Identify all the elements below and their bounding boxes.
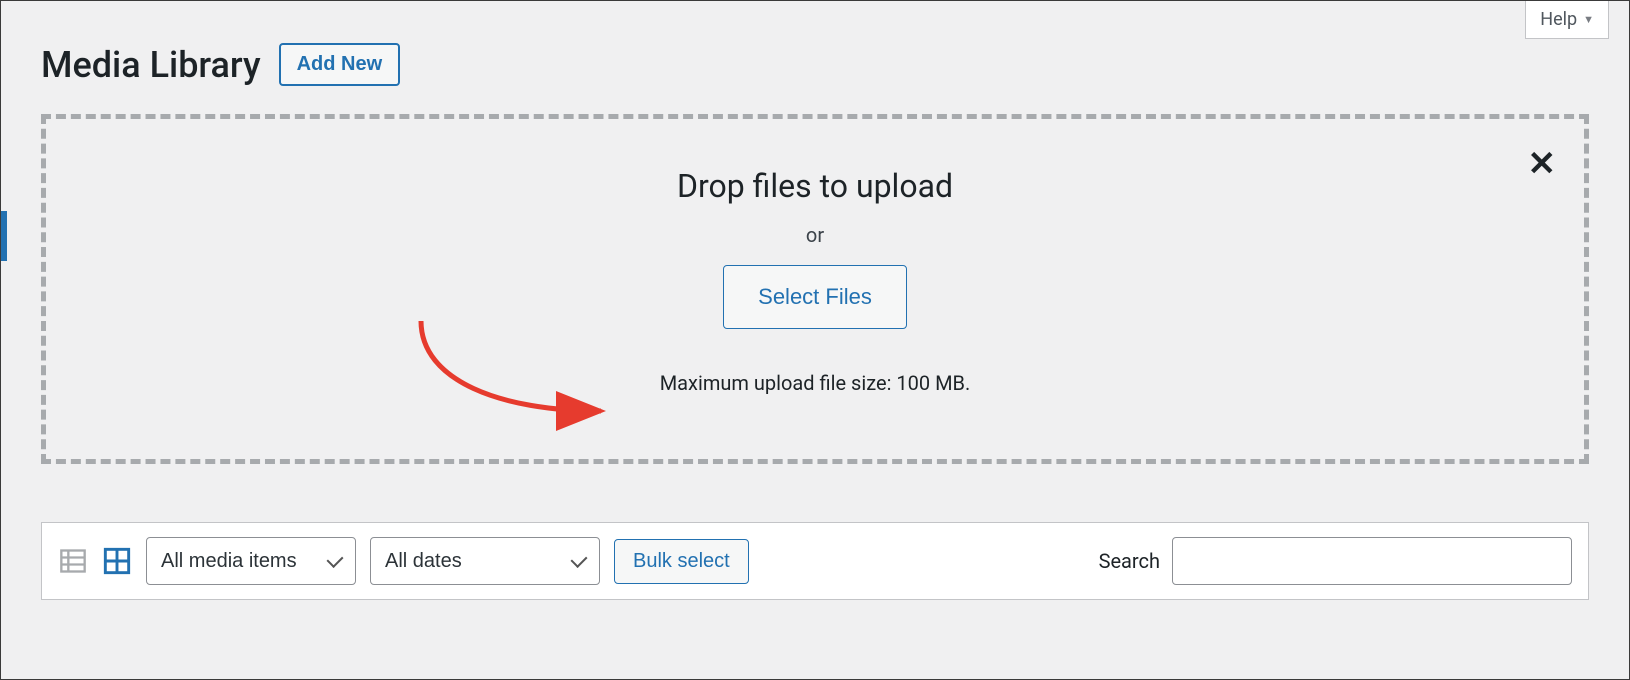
filter-bar: All media items All dates Bulk select Se…: [41, 522, 1589, 600]
help-tab[interactable]: Help ▼: [1525, 1, 1609, 39]
select-files-button[interactable]: Select Files: [723, 265, 907, 329]
grid-view-icon[interactable]: [102, 546, 132, 576]
help-label: Help: [1540, 9, 1577, 30]
caret-down-icon: ▼: [1583, 13, 1594, 26]
dropzone-or: or: [806, 223, 824, 247]
page-header: Media Library Add New: [1, 1, 1629, 86]
search-input[interactable]: [1172, 537, 1572, 585]
max-upload-text: Maximum upload file size: 100 MB.: [660, 371, 971, 395]
bulk-select-button[interactable]: Bulk select: [614, 539, 749, 584]
left-accent-bar: [1, 211, 7, 261]
upload-dropzone[interactable]: ✕ Drop files to upload or Select Files M…: [41, 114, 1589, 464]
search-label: Search: [1099, 549, 1160, 573]
media-type-select[interactable]: All media items: [146, 537, 356, 585]
close-icon[interactable]: ✕: [1528, 147, 1557, 181]
page-title: Media Library: [41, 44, 261, 86]
media-type-select-wrap: All media items: [146, 537, 356, 585]
date-select-wrap: All dates: [370, 537, 600, 585]
list-view-icon[interactable]: [58, 546, 88, 576]
add-new-button[interactable]: Add New: [279, 43, 401, 86]
search-wrap: Search: [1099, 537, 1572, 585]
dropzone-title: Drop files to upload: [677, 167, 953, 205]
date-select[interactable]: All dates: [370, 537, 600, 585]
